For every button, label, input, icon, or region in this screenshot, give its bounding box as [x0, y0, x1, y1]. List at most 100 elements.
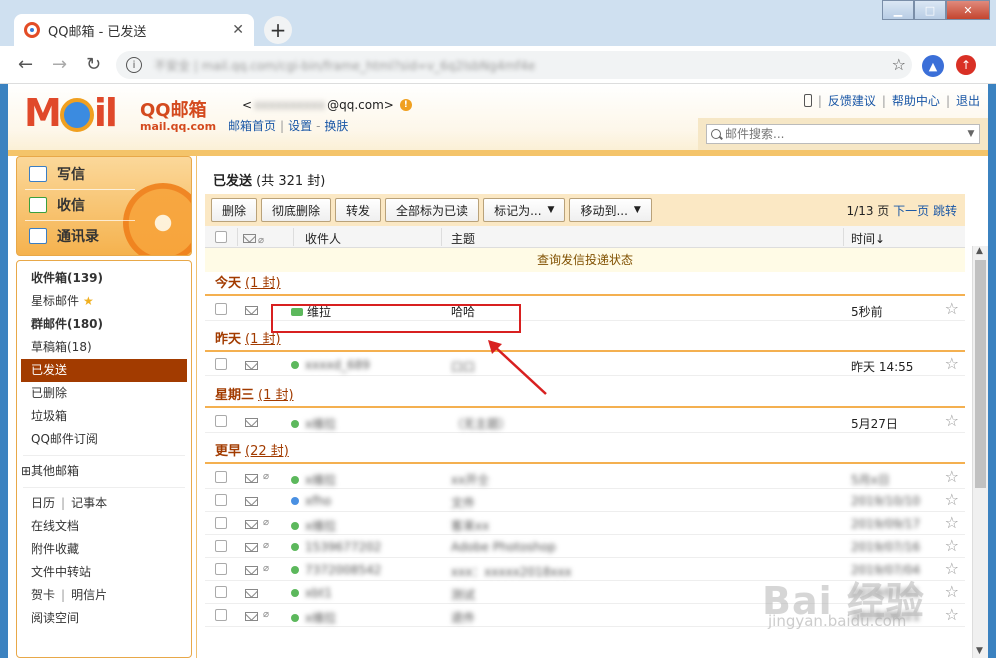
table-header: ⌀ 收件人 主题 时间↓: [205, 226, 965, 248]
tool-docs[interactable]: 在线文档: [17, 515, 191, 538]
delivery-status-link[interactable]: 查询发信投递状态: [205, 248, 965, 272]
group-count-link[interactable]: (1 封): [245, 332, 281, 347]
back-icon[interactable]: ←: [18, 54, 33, 75]
table-row[interactable]: ⌀ x维拉 xx开仝 5月x日 ☆: [205, 466, 965, 489]
site-info-icon[interactable]: i: [126, 57, 142, 73]
scroll-down-icon[interactable]: ▼: [976, 646, 983, 656]
star-icon[interactable]: ☆: [945, 582, 959, 601]
url-field[interactable]: i 不安全 | mail.qq.com/cgi-bin/frame_html?s…: [116, 51, 912, 79]
table-row[interactable]: ⌀ 1539677202 Adobe Photoshop 2019/07/16 …: [205, 535, 965, 558]
account-address: < xxxxxxxxxx @qq.com> !: [242, 98, 412, 112]
link-settings[interactable]: 设置: [288, 119, 312, 133]
folder-inbox[interactable]: 收件箱(139): [17, 267, 191, 290]
compose-button[interactable]: 写信: [29, 161, 85, 187]
scroll-thumb[interactable]: [975, 260, 986, 488]
mail-toolbar: 删除 彻底删除 转发 全部标为已读 标记为... ▼ 移动到... ▼ 1/13 页…: [205, 194, 965, 226]
link-logout[interactable]: 退出: [956, 92, 980, 109]
receive-button[interactable]: 收信: [29, 192, 85, 218]
star-icon[interactable]: ☆: [945, 490, 959, 509]
row-checkbox[interactable]: [215, 358, 227, 370]
star-icon[interactable]: ☆: [945, 299, 959, 318]
row-checkbox[interactable]: [215, 494, 227, 506]
row-checkbox[interactable]: [215, 563, 227, 575]
star-icon[interactable]: ☆: [945, 411, 959, 430]
link-skin[interactable]: 换肤: [324, 119, 348, 133]
row-checkbox[interactable]: [215, 415, 227, 427]
jump-page-link[interactable]: 跳转: [933, 204, 957, 218]
forward-icon[interactable]: →: [52, 54, 67, 75]
folder-group[interactable]: 群邮件(180): [17, 313, 191, 336]
star-icon[interactable]: ☆: [945, 467, 959, 486]
new-tab-button[interactable]: +: [264, 16, 292, 44]
folder-subscription[interactable]: QQ邮件订阅: [17, 428, 191, 451]
row-checkbox[interactable]: [215, 540, 227, 552]
tab-close-icon[interactable]: ✕: [232, 22, 244, 38]
group-count-link[interactable]: (1 封): [258, 388, 294, 403]
row-checkbox[interactable]: [215, 609, 227, 621]
bookmark-star-icon[interactable]: ☆: [892, 55, 906, 74]
group-count-link[interactable]: (1 封): [245, 276, 281, 291]
maximize-button[interactable]: □: [914, 0, 946, 20]
column-subject[interactable]: 主题: [451, 230, 475, 247]
row-checkbox[interactable]: [215, 586, 227, 598]
tool-file-transfer[interactable]: 文件中转站: [17, 561, 191, 584]
browser-tab[interactable]: QQ邮箱 - 已发送 ✕: [14, 14, 254, 46]
phone-icon[interactable]: [803, 94, 812, 107]
star-icon[interactable]: ☆: [945, 536, 959, 555]
move-to-dropdown[interactable]: 移动到... ▼: [569, 198, 652, 222]
link-help[interactable]: 帮助中心: [892, 92, 940, 109]
folder-spam[interactable]: 垃圾箱: [17, 405, 191, 428]
link-mail-home[interactable]: 邮箱首页: [228, 119, 276, 133]
tool-calendar[interactable]: 日历: [31, 496, 55, 510]
link-feedback[interactable]: 反馈建议: [828, 92, 876, 109]
folder-sent[interactable]: 已发送: [21, 359, 187, 382]
qqmail-logo[interactable]: Mil: [24, 94, 118, 132]
star-icon: ★: [83, 294, 94, 308]
column-time[interactable]: 时间↓: [851, 230, 885, 247]
table-row[interactable]: x维拉 （无主题） 5月27日 ☆: [205, 410, 965, 433]
close-window-button[interactable]: ✕: [946, 0, 990, 20]
row-checkbox[interactable]: [215, 517, 227, 529]
tool-greeting-card[interactable]: 贺卡: [31, 588, 55, 602]
next-page-link[interactable]: 下一页: [893, 204, 929, 218]
search-input[interactable]: [725, 127, 963, 141]
delete-button[interactable]: 删除: [211, 198, 258, 222]
mail-search[interactable]: ▼: [706, 124, 980, 144]
star-icon[interactable]: ☆: [945, 559, 959, 578]
folder-deleted[interactable]: 已删除: [17, 382, 191, 405]
tool-notes[interactable]: 记事本: [71, 496, 107, 510]
row-checkbox[interactable]: [215, 303, 227, 315]
scroll-up-icon[interactable]: ▲: [976, 246, 983, 256]
table-row[interactable]: xxxxd_689 口口 昨天 14:55 ☆: [205, 353, 965, 376]
group-today: 今天 (1 封): [205, 272, 965, 296]
permanent-delete-button[interactable]: 彻底删除: [261, 198, 332, 222]
table-row[interactable]: xfho 文件 2019/10/10 ☆: [205, 489, 965, 512]
row-checkbox[interactable]: [215, 471, 227, 483]
star-icon[interactable]: ☆: [945, 605, 959, 624]
chevron-down-icon[interactable]: ▼: [963, 129, 979, 139]
scrollbar[interactable]: ▲ ▼: [972, 246, 988, 658]
extension-update-icon[interactable]: ↑: [956, 55, 976, 75]
recipient-text: xxxxd_689: [305, 358, 370, 372]
column-recipient[interactable]: 收件人: [305, 230, 341, 247]
warning-icon[interactable]: !: [399, 99, 412, 111]
folder-starred[interactable]: 星标邮件 ★: [17, 290, 191, 313]
table-row[interactable]: ⌀ x维拉 客来xx 2019/09/17 ☆: [205, 512, 965, 535]
star-icon[interactable]: ☆: [945, 513, 959, 532]
other-mailboxes[interactable]: ⊞其他邮箱: [17, 460, 191, 483]
reload-icon[interactable]: ↻: [86, 54, 101, 75]
tool-attachments[interactable]: 附件收藏: [17, 538, 191, 561]
mark-as-dropdown[interactable]: 标记为... ▼: [483, 198, 566, 222]
star-icon[interactable]: ☆: [945, 354, 959, 373]
tool-postcard[interactable]: 明信片: [71, 588, 107, 602]
group-count-link[interactable]: (22 封): [245, 444, 289, 459]
extension-icon[interactable]: ▲: [922, 55, 944, 77]
minimize-button[interactable]: ▁: [882, 0, 914, 20]
folder-drafts[interactable]: 草稿箱(18): [17, 336, 191, 359]
forward-button[interactable]: 转发: [335, 198, 382, 222]
contacts-button[interactable]: 通讯录: [29, 223, 99, 249]
select-all-checkbox[interactable]: [215, 231, 227, 243]
tool-calendar-notes: 日历 | 记事本: [31, 496, 108, 510]
tool-reading[interactable]: 阅读空间: [17, 607, 191, 630]
mark-all-read-button[interactable]: 全部标为已读: [385, 198, 480, 222]
